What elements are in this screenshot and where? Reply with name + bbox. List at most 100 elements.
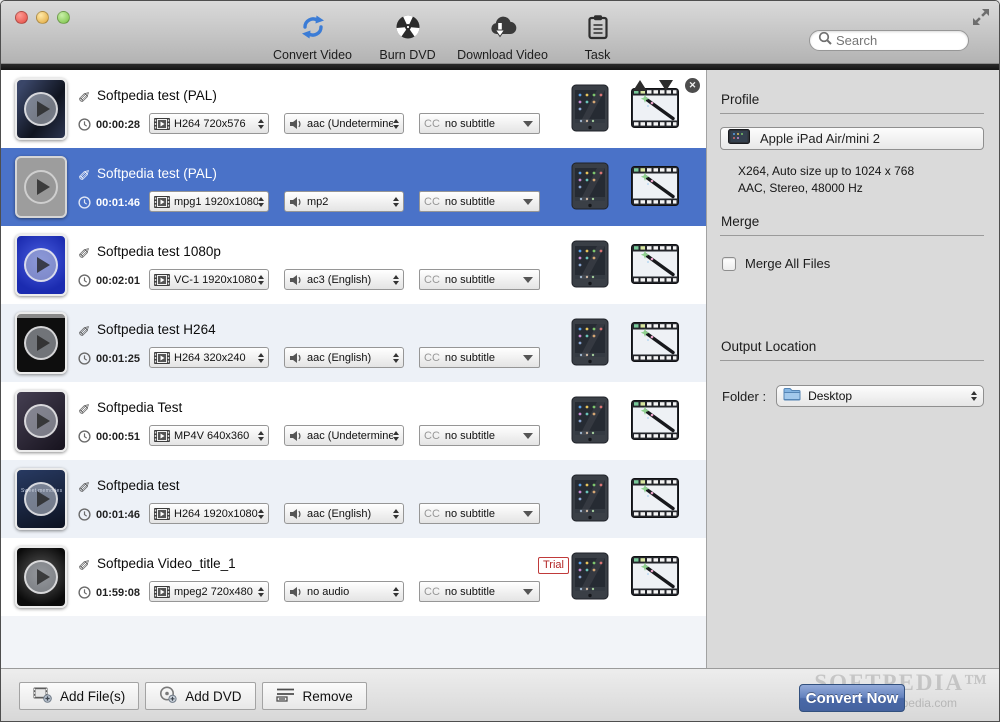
list-item[interactable]: Sweet memories ✎ Softpedia test 00:01:46… — [1, 460, 706, 538]
video-format-select[interactable]: mpeg2 720x480 — [149, 581, 269, 602]
remove-item-button[interactable]: ✕ — [685, 78, 700, 93]
toolbar-item-label: Convert Video — [273, 48, 352, 62]
subtitle-value: no subtitle — [445, 196, 495, 208]
close-button[interactable] — [15, 11, 28, 24]
edit-title-icon[interactable]: ✎ — [78, 165, 91, 183]
stepper-icon — [258, 197, 264, 207]
clock-icon — [78, 274, 91, 292]
move-down-button[interactable] — [659, 80, 673, 91]
stepper-icon — [393, 119, 399, 129]
video-format-select[interactable]: MP4V 640x360 — [149, 425, 269, 446]
stepper-icon — [258, 431, 264, 441]
device-profile-icon[interactable] — [571, 552, 609, 605]
toolbar-burn-dvd[interactable]: Burn DVD — [360, 14, 455, 62]
list-item[interactable]: ✎ Softpedia test (PAL) 00:00:28 H264 720… — [1, 70, 706, 148]
convert-icon — [300, 14, 326, 45]
remove-button[interactable]: Remove — [262, 682, 367, 710]
merge-all-files-checkbox[interactable] — [722, 257, 736, 271]
subtitle-select[interactable]: CC no subtitle — [419, 269, 540, 290]
minimize-button[interactable] — [36, 11, 49, 24]
list-item[interactable]: ✎ Softpedia test 1080p 00:02:01 VC-1 192… — [1, 226, 706, 304]
device-profile-icon[interactable] — [571, 474, 609, 527]
video-thumbnail[interactable] — [15, 312, 67, 374]
audio-track-select[interactable]: ac3 (English) — [284, 269, 404, 290]
audio-track-select[interactable]: aac (English) — [284, 503, 404, 524]
edit-video-icon[interactable] — [631, 322, 679, 367]
video-format-select[interactable]: H264 1920x1080 — [149, 503, 269, 524]
device-profile-icon[interactable] — [571, 396, 609, 449]
edit-video-icon[interactable] — [631, 166, 679, 211]
profile-select-button[interactable]: Apple iPad Air/mini 2 — [720, 127, 984, 150]
stepper-icon — [258, 509, 264, 519]
video-thumbnail[interactable] — [15, 156, 67, 218]
zoom-button[interactable] — [57, 11, 70, 24]
toolbar-task[interactable]: Task — [550, 14, 645, 62]
audio-track-select[interactable]: mp2 — [284, 191, 404, 212]
edit-title-icon[interactable]: ✎ — [78, 399, 91, 417]
edit-video-icon[interactable] — [631, 556, 679, 601]
remove-label: Remove — [303, 689, 353, 704]
subtitle-select[interactable]: CC no subtitle — [419, 191, 540, 212]
video-thumbnail[interactable] — [15, 234, 67, 296]
chevron-down-icon — [523, 511, 533, 517]
video-thumbnail[interactable]: Sweet memories — [15, 468, 67, 530]
audio-track-value: aac (English) — [307, 508, 371, 520]
cc-icon: CC — [424, 118, 440, 130]
search-input[interactable] — [836, 33, 956, 48]
toolbar-download-video[interactable]: Download Video — [455, 14, 550, 62]
profile-value: Apple iPad Air/mini 2 — [760, 131, 880, 146]
video-format-select[interactable]: H264 720x576 — [149, 113, 269, 134]
subtitle-select[interactable]: CC no subtitle — [419, 425, 540, 446]
list-item[interactable]: ✎ Softpedia Test 00:00:51 MP4V 640x360 a… — [1, 382, 706, 460]
folder-label: Folder : — [722, 389, 766, 404]
toolbar-convert-video[interactable]: Convert Video — [265, 14, 360, 62]
move-up-button[interactable] — [633, 80, 647, 91]
video-thumbnail[interactable] — [15, 78, 67, 140]
video-title: Softpedia test H264 — [97, 322, 216, 337]
video-format-select[interactable]: mpg1 1920x1080 — [149, 191, 269, 212]
edit-video-icon[interactable] — [631, 400, 679, 445]
speaker-icon — [289, 586, 303, 598]
remove-icon — [276, 687, 295, 705]
edit-title-icon[interactable]: ✎ — [78, 87, 91, 105]
app-window: Convert Video Burn DVD — [0, 0, 1000, 722]
edit-title-icon[interactable]: ✎ — [78, 321, 91, 339]
list-item[interactable]: ✎ Softpedia test (PAL) 00:01:46 mpg1 192… — [1, 148, 706, 226]
subtitle-select[interactable]: CC no subtitle — [419, 113, 540, 134]
audio-track-select[interactable]: no audio — [284, 581, 404, 602]
search-field[interactable] — [809, 30, 969, 51]
output-folder-select[interactable]: Desktop — [776, 385, 984, 407]
merge-heading: Merge — [721, 214, 759, 229]
device-profile-icon[interactable] — [571, 162, 609, 215]
audio-track-select[interactable]: aac (Undetermined) — [284, 425, 404, 446]
duration-label: 00:01:46 — [96, 509, 140, 521]
list-controls: ✕ — [633, 78, 700, 93]
edit-title-icon[interactable]: ✎ — [78, 555, 91, 573]
list-item[interactable]: ✎ Softpedia test H264 00:01:25 H264 320x… — [1, 304, 706, 382]
audio-track-select[interactable]: aac (Undetermined) — [284, 113, 404, 134]
subtitle-select[interactable]: CC no subtitle — [419, 347, 540, 368]
audio-track-select[interactable]: aac (English) — [284, 347, 404, 368]
toolbar-items: Convert Video Burn DVD — [265, 14, 645, 62]
video-thumbnail[interactable] — [15, 390, 67, 452]
subtitle-select[interactable]: CC no subtitle — [419, 581, 540, 602]
edit-video-icon[interactable] — [631, 478, 679, 523]
video-thumbnail[interactable] — [15, 546, 67, 608]
edit-title-icon[interactable]: ✎ — [78, 243, 91, 261]
device-profile-icon[interactable] — [571, 240, 609, 293]
video-format-select[interactable]: VC-1 1920x1080 — [149, 269, 269, 290]
fullscreen-icon[interactable] — [972, 8, 990, 31]
list-item[interactable]: ✎ Softpedia Video_title_1 Trial 01:59:08… — [1, 538, 706, 616]
device-profile-icon[interactable] — [571, 84, 609, 137]
add-dvd-button[interactable]: Add DVD — [145, 682, 255, 710]
video-format-select[interactable]: H264 320x240 — [149, 347, 269, 368]
add-files-button[interactable]: Add File(s) — [19, 682, 139, 710]
device-profile-icon[interactable] — [571, 318, 609, 371]
chevron-down-icon — [523, 199, 533, 205]
cc-icon: CC — [424, 352, 440, 364]
subtitle-select[interactable]: CC no subtitle — [419, 503, 540, 524]
convert-now-button[interactable]: Convert Now — [799, 684, 905, 712]
edit-video-icon[interactable] — [631, 88, 679, 133]
edit-video-icon[interactable] — [631, 244, 679, 289]
edit-title-icon[interactable]: ✎ — [78, 477, 91, 495]
